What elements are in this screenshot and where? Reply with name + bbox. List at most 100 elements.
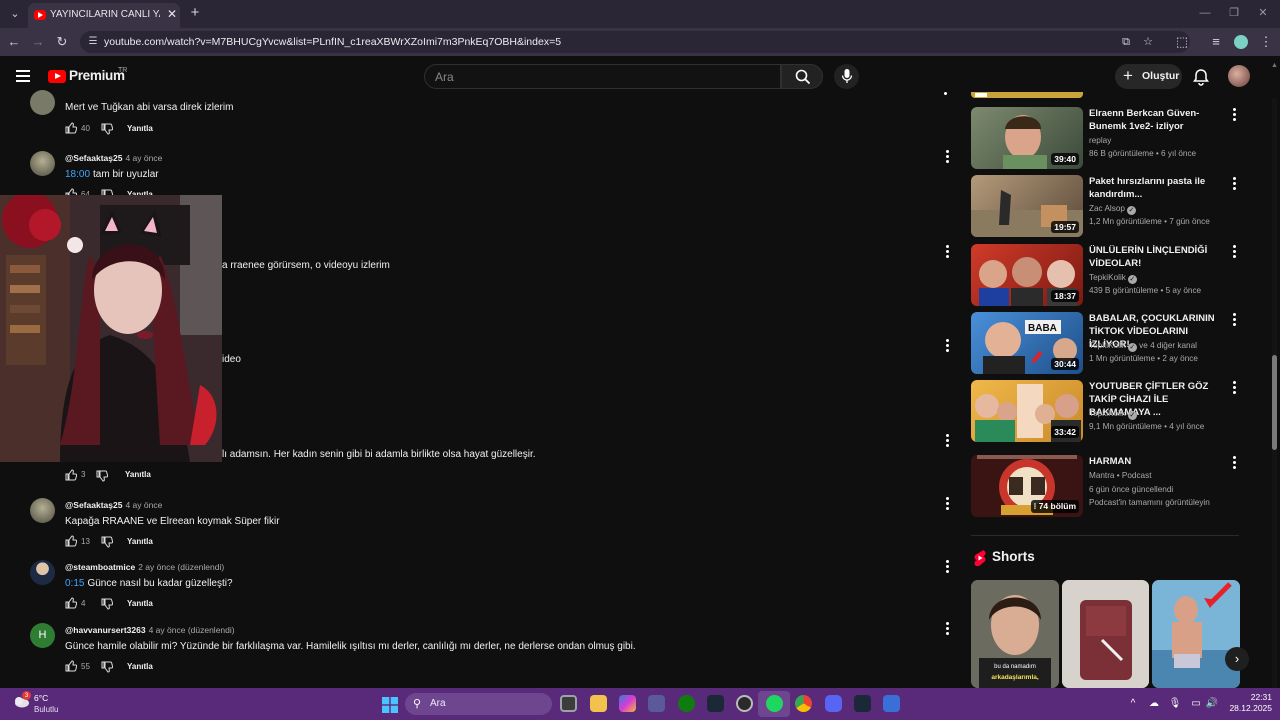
comment-kebab-icon[interactable]	[942, 434, 952, 448]
video-title[interactable]: ÜNLÜLERİN LİNÇLENDİĞİ VİDEOLAR!	[1089, 244, 1223, 270]
browser-tab[interactable]: YAYINCILARIN CANLI YAYIN KA ✕	[28, 3, 180, 28]
thumb-down-icon[interactable]	[101, 661, 113, 673]
related-video[interactable]: 33:42 YOUTUBER ÇİFTLER GÖZ TAKİP CİHAZI …	[971, 380, 1241, 444]
reply-button[interactable]: Yanıtla	[125, 468, 151, 482]
short-thumbnail[interactable]	[1062, 580, 1149, 688]
comment-author[interactable]: @Sefaaktaş25	[65, 500, 122, 510]
account-avatar[interactable]	[1228, 65, 1250, 87]
comment-time[interactable]: 2 ay önce (düzenlendi)	[138, 562, 224, 572]
search-input[interactable]	[435, 69, 765, 85]
onedrive-icon[interactable]: ☁	[1147, 697, 1161, 711]
related-playlist[interactable]: ⁝ 74 bölüm HARMAN Mantra • Podcast 6 gün…	[971, 455, 1241, 519]
video-thumbnail[interactable]: 33:42	[971, 380, 1083, 442]
reply-button[interactable]: Yanıtla	[127, 535, 167, 549]
comment-author[interactable]: @havvanursert3263	[65, 625, 146, 635]
media-queue-icon[interactable]: ≡	[1208, 34, 1224, 50]
file-explorer-icon[interactable]	[590, 695, 607, 712]
video-thumbnail[interactable]: 19:57	[971, 175, 1083, 237]
tab-list-chevron-icon[interactable]: ⌄	[6, 5, 24, 23]
reload-icon[interactable]: ↻	[54, 34, 70, 50]
tab-close-icon[interactable]: ✕	[165, 7, 179, 21]
browser-menu-icon[interactable]: ⋮	[1258, 34, 1274, 50]
scroll-up-arrow-icon[interactable]: ▲	[1271, 62, 1278, 69]
playlist-thumbnail[interactable]: ⁝ 74 bölüm	[971, 455, 1083, 517]
related-video[interactable]: 39:40 Elraenn Berkcan Güven-Bunemk 1ve2-…	[971, 107, 1241, 171]
chrome-icon[interactable]	[795, 695, 812, 712]
comment-kebab-icon[interactable]	[942, 560, 952, 574]
page-scrollbar-thumb[interactable]	[1272, 355, 1277, 450]
related-video[interactable]: BABA 30:44 BABALAR, ÇOCUKLARININ TİKTOK …	[971, 312, 1241, 376]
hamburger-menu-icon[interactable]	[16, 70, 30, 82]
search-box[interactable]	[424, 64, 781, 89]
video-menu-kebab-icon[interactable]	[1229, 313, 1239, 327]
app-icon[interactable]	[883, 695, 900, 712]
reply-button[interactable]: Yanıtla	[127, 597, 167, 611]
video-thumbnail-partial[interactable]	[971, 92, 1083, 98]
windows-start-icon[interactable]	[382, 697, 398, 713]
address-bar[interactable]: ☰ youtube.com/watch?v=M7BHUCgYvcw&list=P…	[80, 31, 1190, 53]
weather-temperature[interactable]: 6°C	[34, 693, 48, 703]
maximize-icon[interactable]: ❐	[1225, 6, 1243, 20]
channel-name[interactable]: TepkiKolik	[1089, 409, 1126, 418]
site-info-icon[interactable]: ☰	[86, 35, 100, 49]
comment-avatar[interactable]: H	[30, 623, 55, 648]
comment-kebab-icon[interactable]	[942, 245, 952, 259]
url-text[interactable]: youtube.com/watch?v=M7BHUCgYvcw&list=PLn…	[104, 35, 704, 49]
comment-time[interactable]: 4 ay önce (düzenlendi)	[149, 625, 235, 635]
reply-button[interactable]: Yanıtla	[127, 122, 167, 136]
search-button[interactable]	[781, 64, 823, 89]
notifications-bell-icon[interactable]	[1192, 68, 1210, 86]
short-thumbnail[interactable]: bu da namadım arkadaşlarımla,	[971, 580, 1059, 688]
comment-avatar[interactable]	[30, 151, 55, 176]
minimize-icon[interactable]: —	[1196, 6, 1214, 20]
microphone-tray-icon[interactable]: 🎙	[1168, 697, 1182, 711]
taskbar-search[interactable]: ⚲ Ara	[405, 693, 552, 715]
new-tab-button[interactable]: +	[187, 5, 203, 21]
video-menu-kebab-icon[interactable]	[1229, 245, 1239, 259]
channel-extra[interactable]: ve 4 diğer kanal	[1139, 341, 1197, 350]
video-thumbnail[interactable]: 18:37	[971, 244, 1083, 306]
video-channel[interactable]: TepkiKolik ✓ ve 4 diğer kanal	[1089, 340, 1229, 352]
discord-icon[interactable]	[825, 695, 842, 712]
comment-time[interactable]: 4 ay önce	[125, 500, 162, 510]
create-button[interactable]: + Oluştur	[1115, 64, 1182, 89]
next-shorts-chevron-icon[interactable]: ›	[1225, 647, 1249, 671]
xbox-icon[interactable]	[678, 695, 695, 712]
microsoft-store-icon[interactable]	[648, 695, 665, 712]
comment-kebab-icon[interactable]	[942, 339, 952, 353]
comment-avatar[interactable]	[30, 498, 55, 523]
task-view-icon[interactable]	[560, 695, 577, 712]
display-icon[interactable]: ▭	[1189, 697, 1203, 711]
close-window-icon[interactable]: ✕	[1254, 6, 1272, 20]
related-video[interactable]: 19:57 Paket hırsızlarını pasta ile kandı…	[971, 175, 1241, 239]
comment-avatar[interactable]	[30, 560, 55, 585]
playlist-title[interactable]: HARMAN	[1089, 455, 1223, 468]
channel-name[interactable]: TepkiKolik	[1089, 341, 1126, 350]
video-channel[interactable]: replay	[1089, 135, 1229, 147]
taskbar-clock[interactable]: 22:31 28.12.2025	[1226, 692, 1272, 714]
thumb-down-icon[interactable]	[96, 470, 108, 482]
voice-search-button[interactable]	[834, 64, 859, 89]
comment-author[interactable]: @Sefaaktaş25	[65, 153, 122, 163]
back-arrow-icon[interactable]: ←	[6, 34, 22, 50]
video-thumbnail[interactable]: 39:40	[971, 107, 1083, 169]
video-thumbnail[interactable]: BABA 30:44	[971, 312, 1083, 374]
timestamp-link[interactable]: 18:00	[65, 169, 90, 180]
comment-avatar[interactable]	[30, 90, 55, 115]
timestamp-link[interactable]: 0:15	[65, 578, 84, 589]
video-menu-kebab-icon[interactable]	[1229, 108, 1239, 122]
video-channel[interactable]: TepkiKolik ✓	[1089, 408, 1229, 420]
video-title[interactable]: Elraenn Berkcan Güven-Bunemk 1ve2- izliy…	[1089, 107, 1223, 133]
forward-arrow-icon[interactable]: →	[30, 34, 46, 50]
comment-kebab-icon[interactable]	[942, 150, 952, 164]
channel-name[interactable]: TepkiKolik	[1089, 273, 1126, 282]
thumb-up-icon[interactable]	[65, 597, 77, 609]
obs-icon[interactable]	[736, 695, 753, 712]
thumb-up-icon[interactable]	[65, 660, 77, 672]
volume-icon[interactable]: 🔊	[1205, 697, 1219, 711]
thumb-up-icon[interactable]	[65, 535, 77, 547]
short-thumbnail[interactable]	[1152, 580, 1240, 688]
video-menu-kebab-icon[interactable]	[1229, 177, 1239, 191]
comment-kebab-icon[interactable]	[942, 622, 952, 636]
related-video[interactable]: 18:37 ÜNLÜLERİN LİNÇLENDİĞİ VİDEOLAR! Te…	[971, 244, 1241, 308]
